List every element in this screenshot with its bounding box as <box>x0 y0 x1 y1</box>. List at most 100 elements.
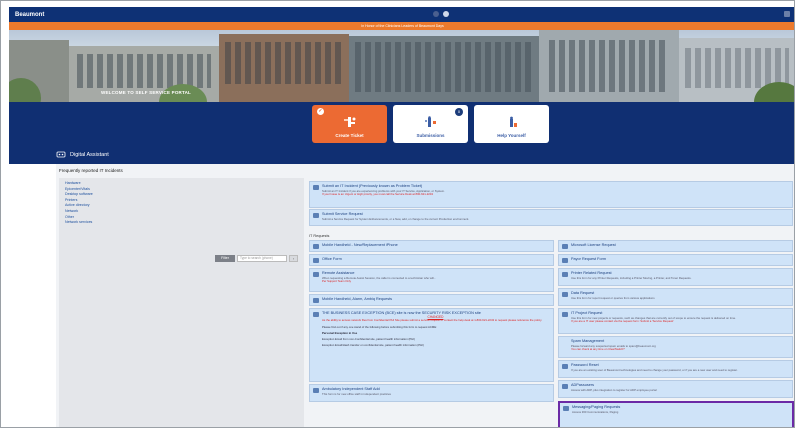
license-icon <box>562 244 568 249</box>
rule-item: Exception Email/Hash transfer on confide… <box>322 342 424 347</box>
data-request-card[interactable]: Data Request Use this form for report re… <box>558 288 793 306</box>
alert-icon <box>313 185 319 190</box>
card-title: Office Form <box>322 257 342 261</box>
project-icon <box>562 312 568 317</box>
nav-dots <box>433 11 449 17</box>
help-yourself-tile[interactable]: Help Yourself <box>474 105 549 143</box>
category-link[interactable]: Network services <box>65 220 298 226</box>
frequent-incidents-heading: Frequently reported IT Incidents <box>59 168 123 173</box>
card-description: If you are an existing user of Beaumont … <box>571 367 738 372</box>
home-icon[interactable] <box>433 11 439 17</box>
card-description: Use this form for any Printer Requests, … <box>571 275 692 280</box>
content-panel: Frequently reported IT Incidents Hardwar… <box>56 164 794 427</box>
announcement-banner: In Honor of the Clinicians Leaders of Be… <box>9 22 794 30</box>
filter-button[interactable]: Filter <box>215 255 235 262</box>
submissions-label: Submissions <box>416 133 445 138</box>
remote-assistance-card[interactable]: Remote Assistance When requesting a Remo… <box>309 268 554 292</box>
document-icon <box>313 312 319 317</box>
brand-logo[interactable]: Beaumont <box>15 12 44 18</box>
card-title: Printer Related Request <box>571 271 612 275</box>
card-title: Messaging/Paging Requests <box>572 405 621 409</box>
building-image <box>539 30 679 102</box>
users-icon <box>562 384 568 389</box>
card-description: Submit a Service Request for System Enha… <box>322 216 470 221</box>
top-navigation-bar: Beaumont <box>9 7 794 22</box>
form-icon <box>562 258 568 263</box>
pager-icon <box>563 406 569 411</box>
card-note: As the ability to access network files f… <box>322 318 543 322</box>
card-note: If your Issue is an Urgent or High prior… <box>322 192 433 197</box>
submissions-tile[interactable]: 0 Submissions <box>393 105 468 143</box>
phone-icon <box>313 244 319 249</box>
card-description: This form is for new office staff in ind… <box>322 391 391 396</box>
request-icon <box>313 213 319 218</box>
card-title: ADPassusers <box>571 383 595 387</box>
card-title: Payor Request Form <box>571 257 607 261</box>
card-title: Spam Management <box>571 339 605 343</box>
help-icon <box>505 116 519 128</box>
card-title: Ambulatory Independent Staff Add <box>322 387 380 391</box>
ticket-icon <box>343 116 357 128</box>
card-title: Mobile Handheld, Alarm, Ambiq Requests <box>322 297 393 301</box>
submit-incident-card[interactable]: Submit an IT Incident (Previously known … <box>309 181 793 208</box>
card-title: Mobile Handheld - New/Replacement iPhone <box>322 243 398 247</box>
search-button[interactable]: › <box>289 255 298 262</box>
card-title: Submit an IT Incident (Previously known … <box>322 184 423 188</box>
submissions-icon <box>424 116 438 128</box>
card-title: Password Reset <box>571 363 599 367</box>
digital-assistant-title: Digital Assistant <box>70 151 109 158</box>
digital-assistant-header[interactable]: Digital Assistant <box>56 151 109 158</box>
card-paragraph: Please find out if any one stand of the … <box>322 324 437 329</box>
card-title: Remote Assistance <box>322 271 355 275</box>
card-title: Submit Service Request <box>322 212 363 216</box>
spam-management-card[interactable]: Spam Management Please forward any suspe… <box>558 336 793 358</box>
help-yourself-label: Help Yourself <box>497 133 526 138</box>
it-project-request-card[interactable]: IT Project Request Use this form for new… <box>558 308 793 334</box>
it-requests-heading: IT Requests <box>309 234 330 238</box>
building-image <box>219 34 349 102</box>
submissions-count-badge: 0 <box>455 108 463 116</box>
cart-icon[interactable] <box>784 11 790 17</box>
create-ticket-tile[interactable]: ✓ Create Ticket <box>312 105 387 143</box>
microsoft-license-card[interactable]: Microsoft License Request <box>558 240 793 252</box>
printer-icon <box>562 272 568 277</box>
card-note: If you are a IT user please contact via … <box>571 319 674 324</box>
rule-item: Exception Email from non-Confidential si… <box>322 337 415 342</box>
card-description: Use this form for report request or quer… <box>571 295 655 300</box>
security-risk-exception-card[interactable]: THE BUSINESS CASE EXCEPTION (BCE) site i… <box>309 308 554 382</box>
office-form-card[interactable]: Office Form <box>309 254 554 266</box>
messaging-paging-card[interactable]: Messaging/Paging Requests Access 360 Com… <box>558 401 794 427</box>
data-icon <box>562 292 568 297</box>
form-icon <box>313 258 319 263</box>
card-note: Per Support Team Only <box>322 279 352 284</box>
remote-icon <box>313 272 319 277</box>
portal-window: Beaumont In Honor of the Clinicians Lead… <box>0 0 795 428</box>
card-title: Data Request <box>571 291 595 295</box>
card-title: Microsoft License Request <box>571 243 616 247</box>
building-image <box>349 36 539 102</box>
iphone-request-card[interactable]: Mobile Handheld - New/Replacement iPhone <box>309 240 554 252</box>
person-icon <box>313 388 319 393</box>
incident-category-list: Hardware Epicenter/Vitals Desktop softwa… <box>59 178 304 427</box>
card-description: Access with ADP, plus integration to reg… <box>571 387 657 392</box>
card-description: Access 360 Communications, Paging <box>572 409 619 414</box>
password-reset-card[interactable]: Password Reset If you are an existing us… <box>558 360 793 378</box>
phone-icon <box>313 298 319 303</box>
welcome-heading: WELCOME TO SELF SERVICE PORTAL <box>101 90 192 95</box>
handheld-alarm-card[interactable]: Mobile Handheld, Alarm, Ambiq Requests <box>309 294 554 306</box>
robot-icon <box>56 151 66 158</box>
key-icon <box>562 364 568 369</box>
rule-item: Personal Exception in Use <box>322 331 358 336</box>
staff-add-card[interactable]: Ambulatory Independent Staff Add This fo… <box>309 384 554 402</box>
user-icon[interactable] <box>443 11 449 17</box>
printer-request-card[interactable]: Printer Related Request Use this form fo… <box>558 268 793 286</box>
adp-users-card[interactable]: ADPassusers Access with ADP, plus integr… <box>558 380 793 398</box>
check-icon: ✓ <box>317 108 324 115</box>
payor-request-card[interactable]: Payor Request Form <box>558 254 793 266</box>
search-input[interactable]: Type to search (phone) <box>237 255 287 262</box>
card-title: IT Project Request <box>571 311 603 315</box>
hero-image: WELCOME TO SELF SERVICE PORTAL <box>9 30 794 102</box>
submit-service-request-card[interactable]: Submit Service Request Submit a Service … <box>309 209 793 226</box>
create-ticket-label: Create Ticket <box>335 133 364 138</box>
card-note: You can check at any time on ClearSwitch… <box>571 347 625 352</box>
